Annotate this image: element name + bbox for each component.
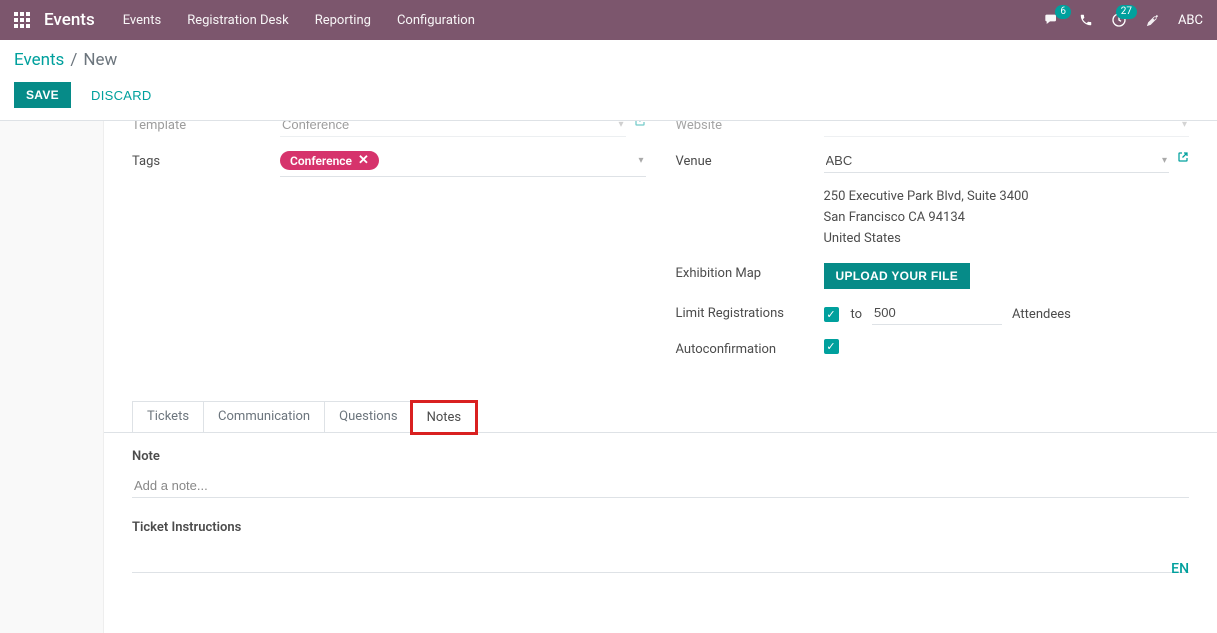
venue-select[interactable]: [824, 151, 1170, 173]
nav-events[interactable]: Events: [123, 13, 161, 28]
ticket-instructions-input[interactable]: [132, 549, 1189, 573]
autoconfirm-checkbox[interactable]: ✓: [824, 339, 839, 354]
note-heading: Note: [132, 449, 1189, 464]
website-label: Website: [676, 121, 824, 137]
nav-links: Events Registration Desk Reporting Confi…: [123, 13, 475, 28]
breadcrumb-sep: /: [70, 50, 77, 70]
remove-tag-icon[interactable]: ✕: [358, 153, 369, 168]
left-gutter: [0, 121, 104, 633]
discard-button[interactable]: DISCARD: [85, 87, 158, 104]
note-input[interactable]: [132, 474, 1189, 498]
breadcrumb-root[interactable]: Events: [14, 50, 64, 70]
save-button[interactable]: SAVE: [14, 82, 71, 108]
venue-address-2: San Francisco CA 94134: [824, 208, 1190, 229]
limit-checkbox[interactable]: ✓: [824, 307, 839, 322]
chat-button[interactable]: 6: [1043, 12, 1061, 28]
nav-configuration[interactable]: Configuration: [397, 13, 475, 28]
upload-file-button[interactable]: UPLOAD YOUR FILE: [824, 263, 971, 289]
tab-notes[interactable]: Notes: [412, 402, 477, 433]
app-brand: Events: [44, 10, 95, 30]
chat-badge: 6: [1055, 5, 1071, 19]
autoconfirm-label: Autoconfirmation: [676, 339, 824, 357]
tab-communication[interactable]: Communication: [203, 401, 325, 432]
ticket-instructions-heading: Ticket Instructions: [132, 520, 1189, 535]
chevron-down-icon: ▾: [638, 155, 643, 166]
activity-button[interactable]: 27: [1111, 12, 1127, 28]
external-link-icon[interactable]: [634, 121, 646, 137]
nav-registration-desk[interactable]: Registration Desk: [187, 13, 289, 28]
nav-reporting[interactable]: Reporting: [315, 13, 371, 28]
user-menu[interactable]: ABC: [1178, 13, 1203, 28]
limit-value-input[interactable]: [872, 303, 1002, 325]
tab-questions[interactable]: Questions: [324, 401, 412, 432]
template-label: Template: [132, 121, 280, 137]
limit-label: Limit Registrations: [676, 303, 824, 325]
breadcrumb: Events / New: [14, 50, 1203, 70]
tag-conference[interactable]: Conference ✕: [280, 151, 379, 170]
breadcrumb-current: New: [83, 50, 117, 70]
limit-to: to: [851, 307, 863, 322]
activity-badge: 27: [1116, 5, 1137, 19]
tags-label: Tags: [132, 151, 280, 177]
apps-icon[interactable]: [14, 12, 30, 28]
exhibition-label: Exhibition Map: [676, 263, 824, 289]
website-select[interactable]: [824, 121, 1190, 137]
limit-suffix: Attendees: [1012, 307, 1071, 322]
venue-label: Venue: [676, 151, 824, 173]
tags-input[interactable]: Conference ✕ ▾: [280, 151, 646, 177]
venue-address-3: United States: [824, 229, 1190, 250]
venue-address-1: 250 Executive Park Blvd, Suite 3400: [824, 187, 1190, 208]
template-select[interactable]: [280, 121, 626, 137]
language-toggle[interactable]: EN: [1171, 561, 1189, 577]
tag-label: Conference: [290, 154, 352, 168]
phone-icon[interactable]: [1079, 13, 1093, 27]
tools-icon[interactable]: [1145, 13, 1160, 28]
external-link-icon[interactable]: [1177, 151, 1189, 173]
tab-tickets[interactable]: Tickets: [132, 401, 204, 432]
